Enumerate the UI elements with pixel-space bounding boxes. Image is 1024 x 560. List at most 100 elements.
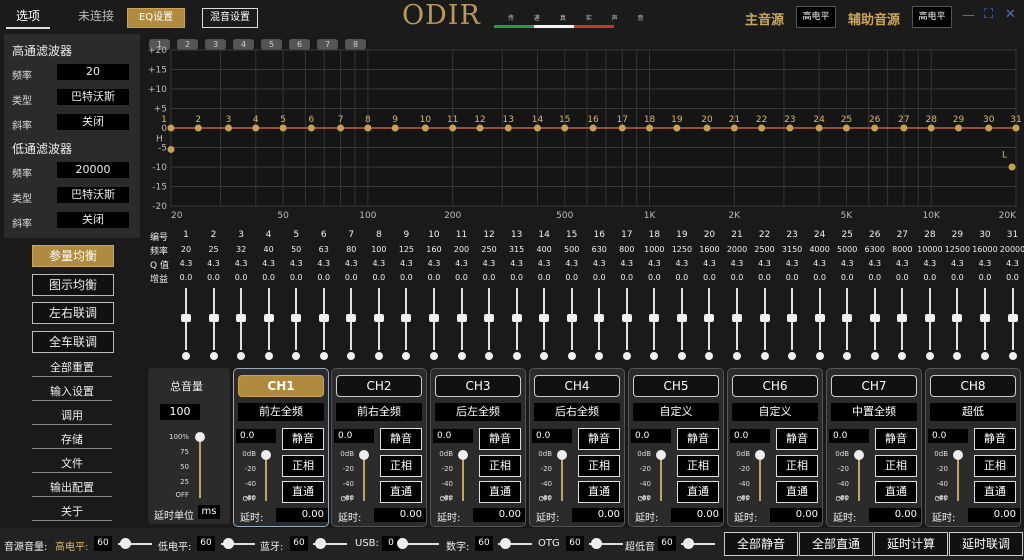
band-point[interactable] (449, 124, 457, 132)
channel-phase-button[interactable]: 正相 (677, 455, 719, 477)
band-gain-slider[interactable] (862, 288, 888, 354)
channel-volume-track[interactable] (363, 453, 365, 501)
band-q[interactable]: 4.3 (421, 259, 447, 268)
band-freq[interactable]: 25 (201, 245, 227, 254)
slider-thumb[interactable] (346, 314, 357, 322)
band-freq[interactable]: 400 (531, 245, 557, 254)
menu-recall[interactable]: 调用 (32, 407, 112, 425)
tab-mix-settings[interactable]: 混音设置 (202, 8, 258, 28)
band-enable-dot[interactable] (374, 352, 383, 360)
channel-select-button[interactable]: CH1 (238, 375, 324, 397)
band-gain-slider[interactable] (889, 288, 915, 354)
band-enable-dot[interactable] (595, 352, 604, 360)
band-q[interactable]: 4.3 (256, 259, 282, 268)
channel-volume-track[interactable] (265, 453, 267, 501)
menu-file[interactable]: 文件 (32, 455, 112, 473)
channel-phase-button[interactable]: 正相 (380, 455, 422, 477)
source-volume-track[interactable] (405, 543, 439, 545)
band-q[interactable]: 4.3 (641, 259, 667, 268)
band-q[interactable]: 4.3 (1000, 259, 1024, 268)
highpass-freq-field[interactable]: 20 (57, 64, 129, 80)
band-freq[interactable]: 20 (173, 245, 199, 254)
band-point[interactable] (167, 124, 175, 132)
band-point[interactable] (279, 124, 287, 132)
channel-phase-button[interactable]: 正相 (875, 455, 917, 477)
source-volume-value[interactable]: 60 (290, 536, 308, 551)
band-point[interactable] (618, 124, 626, 132)
delay-calc-button[interactable]: 延时计算 (874, 532, 948, 556)
channel-name[interactable]: 中置全频 (831, 403, 917, 421)
band-point[interactable] (758, 124, 766, 132)
band-gain[interactable]: 0.0 (724, 273, 750, 282)
band-point[interactable] (391, 124, 399, 132)
band-q[interactable]: 4.3 (531, 259, 557, 268)
band-point[interactable] (871, 124, 879, 132)
band-q[interactable]: 4.3 (834, 259, 860, 268)
channel-delay-value[interactable]: 0.00 (374, 508, 426, 522)
band-q[interactable]: 4.3 (559, 259, 585, 268)
channel-volume-thumb[interactable] (359, 450, 369, 460)
main-source-select[interactable]: 高电平 (796, 6, 836, 28)
menu-parametric-eq[interactable]: 参量均衡 (32, 245, 114, 267)
slider-thumb[interactable] (594, 314, 605, 322)
highpass-marker[interactable] (167, 145, 175, 153)
band-point[interactable] (985, 124, 993, 132)
band-enable-dot[interactable] (870, 352, 879, 360)
channel-mute-button[interactable]: 静音 (578, 428, 620, 450)
channel-volume-thumb[interactable] (656, 450, 666, 460)
band-q[interactable]: 4.3 (752, 259, 778, 268)
band-freq[interactable]: 5000 (834, 245, 860, 254)
slider-thumb[interactable] (428, 314, 439, 322)
slider-thumb[interactable] (759, 314, 770, 322)
band-point[interactable] (194, 124, 202, 132)
channel-volume-track[interactable] (561, 453, 563, 501)
band-point[interactable] (646, 124, 654, 132)
band-gain[interactable]: 0.0 (641, 273, 667, 282)
channel-volume-thumb[interactable] (557, 450, 567, 460)
slider-thumb[interactable] (979, 314, 990, 322)
source-volume-thumb[interactable] (591, 538, 602, 549)
source-volume-thumb[interactable] (500, 538, 511, 549)
source-volume-value[interactable]: 60 (475, 536, 493, 551)
highpass-slope-select[interactable]: 关闭 (57, 114, 129, 130)
source-volume-thumb[interactable] (397, 538, 408, 549)
source-volume-value[interactable]: 60 (94, 536, 112, 551)
channel-name[interactable]: 自定义 (633, 403, 719, 421)
band-gain[interactable]: 0.0 (421, 273, 447, 282)
channel-bypass-button[interactable]: 直通 (677, 481, 719, 503)
band-gain[interactable]: 0.0 (862, 273, 888, 282)
band-freq[interactable]: 4000 (807, 245, 833, 254)
channel-level-value[interactable]: 0.0 (334, 429, 374, 443)
band-enable-dot[interactable] (264, 352, 273, 360)
slider-thumb[interactable] (704, 314, 715, 322)
channel-delay-value[interactable]: 0.00 (572, 508, 624, 522)
band-point[interactable] (224, 124, 232, 132)
band-enable-dot[interactable] (925, 352, 934, 360)
band-gain[interactable]: 0.0 (256, 273, 282, 282)
band-enable-dot[interactable] (843, 352, 852, 360)
menu-store[interactable]: 存储 (32, 431, 112, 449)
source-volume-value[interactable]: 60 (566, 536, 584, 551)
band-gain-slider[interactable] (559, 288, 585, 354)
band-enable-dot[interactable] (182, 352, 190, 360)
band-gain-slider[interactable] (449, 288, 475, 354)
channel-select-button[interactable]: CH3 (435, 375, 521, 397)
band-q[interactable]: 4.3 (476, 259, 502, 268)
channel-name[interactable]: 前右全频 (336, 403, 422, 421)
band-gain-slider[interactable] (779, 288, 805, 354)
band-freq[interactable]: 16000 (972, 245, 998, 254)
band-point[interactable] (955, 124, 963, 132)
band-enable-dot[interactable] (237, 352, 246, 360)
band-freq[interactable]: 160 (421, 245, 447, 254)
band-q[interactable]: 4.3 (614, 259, 640, 268)
channel-bypass-button[interactable]: 直通 (875, 481, 917, 503)
band-freq[interactable]: 100 (366, 245, 392, 254)
band-enable-dot[interactable] (677, 352, 686, 360)
lowpass-slope-select[interactable]: 关闭 (57, 212, 129, 228)
channel-level-value[interactable]: 0.0 (433, 429, 473, 443)
band-gain-slider[interactable] (531, 288, 557, 354)
band-freq[interactable]: 12500 (944, 245, 970, 254)
eq-graph[interactable]: 12345678 +20 +15 +10 +5 0 -5 -10 -15 -20 20 50 100 2… (145, 34, 1024, 224)
band-enable-dot[interactable] (347, 352, 356, 360)
channel-delay-value[interactable]: 0.00 (671, 508, 723, 522)
